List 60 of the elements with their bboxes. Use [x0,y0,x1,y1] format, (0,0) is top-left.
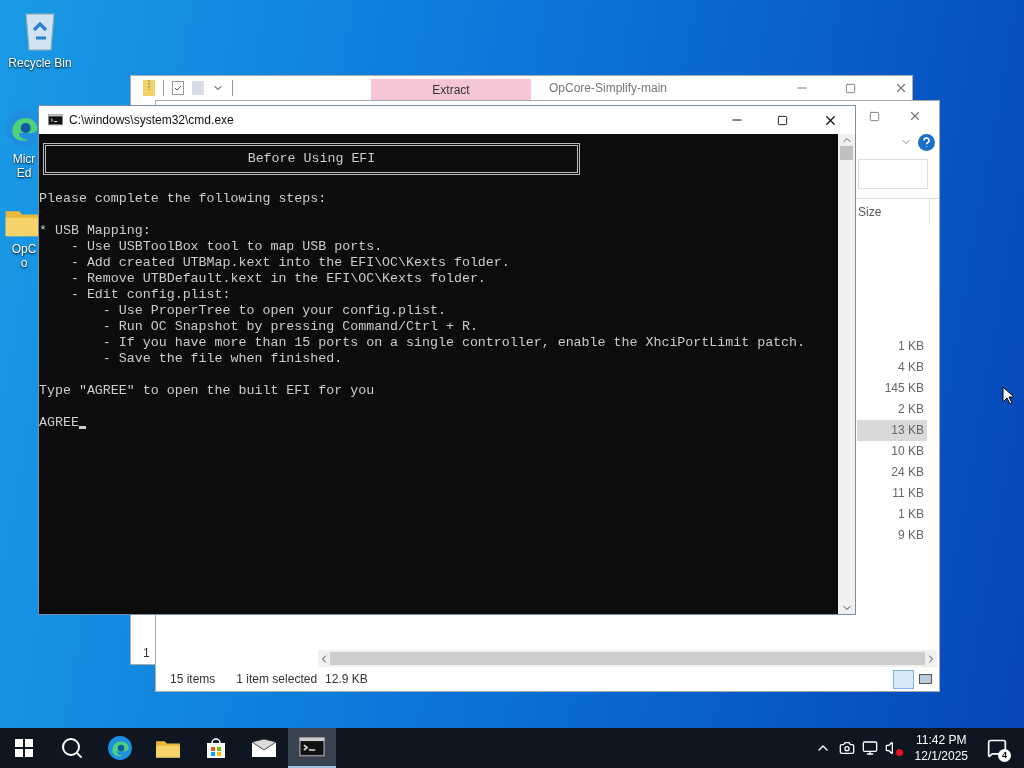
terminal-icon [48,114,63,126]
console-line: - Run OC Snapshot by pressing Command/Ctrl + R. [101,319,479,335]
maximize-icon[interactable] [777,114,788,126]
size-cell[interactable]: 11 KB [857,483,927,504]
network-icon[interactable] [861,740,878,756]
banner-title: Before Using EFI [247,151,376,167]
notification-count: 4 [998,749,1011,762]
taskbar-button[interactable] [288,728,336,768]
horizontal-scrollbar[interactable] [318,650,937,667]
size-cell[interactable]: 9 KB [857,525,927,546]
item-count: 15 items [170,671,216,688]
console-line: - Use USBToolBox tool to map USB ports. [69,239,384,255]
desktop-icon-label[interactable]: OpCo [10,242,38,270]
status-text: 1 [143,645,150,662]
console-line: * USB Mapping: [39,223,152,239]
help-icon[interactable] [918,133,935,151]
size-cell[interactable]: 24 KB [857,462,927,483]
console-line: - Edit config.plist: [69,287,232,303]
desktop-icon-label[interactable]: Recycle Bin [8,56,72,70]
console-line: - Use ProperTree to open your config.plist. [101,303,447,319]
properties-icon [172,81,184,95]
console-line: - Add created UTBMap.kext into the EFI\OC\Kexts folder. [69,255,511,271]
desktop-icon-label[interactable]: Micr Ed [10,152,38,180]
text-cursor [78,426,86,429]
clock-time[interactable]: 11:42 PM [916,732,967,748]
zip-folder-icon [143,80,155,96]
extract-tab[interactable]: Extract [371,79,531,100]
selection-info: 1 item selected [236,671,318,688]
size-cell[interactable]: 13 KB [857,420,927,441]
camera-icon[interactable] [838,740,855,756]
notifications-button[interactable]: 4 [986,737,1008,759]
windows-logo-icon [15,739,33,757]
size-cell[interactable]: 145 KB [857,378,927,399]
mouse-pointer-icon [1002,386,1014,405]
volume-muted-icon[interactable] [884,740,903,756]
envelope-icon [251,738,277,758]
console-line: - Remove UTBDefault.kext in the EFI\OC\Kexts folder. [69,271,487,287]
scrollbar-thumb[interactable] [840,146,853,160]
console-line: - Save the file when finished. [101,351,344,367]
console-line: Type "AGREE" to open the built EFI for you [39,383,376,399]
search-field[interactable] [858,159,928,189]
size-cell[interactable]: 1 KB [857,504,927,525]
console-line: - If you have more than 15 ports on a single controller, enable the XhciPortLimit patch. [101,335,807,351]
terminal-icon [299,737,325,757]
size-cell[interactable]: 10 KB [857,441,927,462]
column-header[interactable]: Size [858,199,930,225]
edge-icon [107,735,133,761]
window-title: C:\windows\system32\cmd.exe [69,112,234,129]
search-icon [60,736,84,760]
size-cell[interactable]: 2 KB [857,399,927,420]
clock-date[interactable]: 12/1/2025 [914,748,968,764]
page-icon [192,81,204,95]
selection-size: 12.9 KB [325,671,368,688]
console-line: Please complete the following steps: [39,191,328,207]
size-cell[interactable]: 1 KB [857,336,927,357]
size-cell[interactable]: 4 KB [857,357,927,378]
console-input[interactable]: AGREE [39,415,79,431]
shopping-bag-icon [204,736,228,760]
vertical-scrollbar[interactable] [838,134,855,614]
window-title: OpCore-Simplify-main [549,80,668,97]
